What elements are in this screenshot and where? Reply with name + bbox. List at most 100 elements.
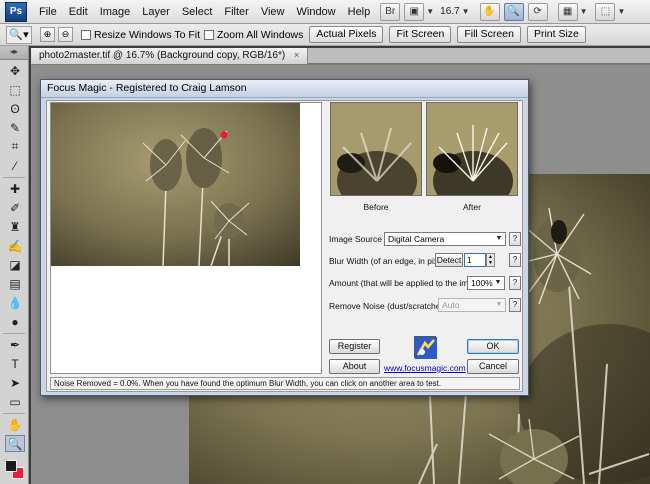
amount-select[interactable]: 100% ▼ [467,276,505,290]
arrange-documents-icon[interactable]: ▦ [557,2,578,21]
menu-image[interactable]: Image [94,1,137,23]
shape-tool-icon[interactable]: ▭ [5,393,25,410]
brush-tool-icon[interactable]: ✐ [5,199,25,216]
image-source-help-button[interactable]: ? [509,232,521,246]
zoom-out-icon[interactable]: ⊖ [58,27,73,42]
screen-mode-icon[interactable]: ⬚ [595,2,616,21]
pen-tool-icon[interactable]: ✒ [5,336,25,353]
focus-magic-logo-icon [414,336,437,359]
menu-file[interactable]: File [33,1,63,23]
dialog-body: Before After Image Source Digital Camera… [46,100,523,392]
arrange-dropdown-icon[interactable]: ▼ [580,7,588,16]
zoom-all-windows-label: Zoom All Windows [217,28,304,41]
blur-width-label: Blur Width (of an edge, in pixels) [329,256,452,266]
focus-magic-dialog: Focus Magic - Registered to Craig Lamson [40,79,529,396]
healing-brush-tool-icon[interactable]: ✚ [5,180,25,197]
menu-filter[interactable]: Filter [218,1,254,23]
launch-bridge-icon[interactable]: Br [380,2,401,21]
actual-pixels-button[interactable]: Actual Pixels [309,26,384,43]
detect-button[interactable]: Detect [435,253,463,267]
rotate-view-icon[interactable]: ⟳ [527,2,548,21]
before-thumbnail [330,102,422,196]
after-label: After [463,202,481,212]
eraser-tool-icon[interactable]: ◪ [5,256,25,273]
tool-divider [3,413,25,414]
zoom-all-windows-checkbox[interactable]: Zoom All Windows [204,29,303,41]
fit-screen-button[interactable]: Fit Screen [389,26,452,43]
blur-width-spinner[interactable]: ▲ ▼ [486,253,495,267]
cancel-button[interactable]: Cancel [467,359,519,374]
remove-noise-select[interactable]: Auto ▼ [438,298,506,312]
register-button[interactable]: Register [329,339,380,354]
focus-magic-website-link[interactable]: www.focusmagic.com [384,363,466,373]
document-tab[interactable]: photo2master.tif @ 16.7% (Background cop… [31,48,309,64]
blur-width-help-button[interactable]: ? [509,253,521,267]
zoom-in-icon[interactable]: ⊕ [40,27,55,42]
before-label: Before [363,202,389,212]
checkbox-box[interactable] [81,29,91,40]
marquee-tool-icon[interactable]: ⬚ [5,81,25,98]
gradient-tool-icon[interactable]: ▤ [5,275,25,292]
amount-value: 100% [471,278,493,288]
options-bar: 🔍▾ ⊕ ⊖ Resize Windows To Fit Zoom All Wi… [0,24,650,46]
blur-width-input[interactable]: 1 [464,253,486,267]
menu-select[interactable]: Select [176,1,219,23]
menu-bar: Ps File Edit Image Layer Select Filter V… [0,0,650,24]
zoom-dropdown-icon[interactable]: ▼ [462,7,470,16]
zoom-tool-icon[interactable]: 🔍 [503,2,524,21]
preview-pane[interactable] [50,102,322,374]
amount-label: Amount (that will be applied to the imag… [329,278,486,288]
dialog-status-bar: Noise Removed = 0.0%. When you have foun… [50,377,520,390]
move-tool-icon[interactable]: ✥ [5,62,25,79]
quick-selection-tool-icon[interactable]: ✎ [5,119,25,136]
tool-preset-picker[interactable]: 🔍▾ [6,25,32,44]
hand-tool-icon[interactable]: ✋ [479,2,500,21]
image-source-select[interactable]: Digital Camera ▼ [384,232,506,246]
history-brush-tool-icon[interactable]: ✍ [5,237,25,254]
menu-edit[interactable]: Edit [63,1,94,23]
document-tab-title: photo2master.tif @ 16.7% (Background cop… [39,50,286,61]
image-source-value: Digital Camera [388,234,445,244]
clone-stamp-tool-icon[interactable]: ♜ [5,218,25,235]
menu-view[interactable]: View [255,1,291,23]
tool-divider [3,177,25,178]
blur-tool-icon[interactable]: 💧 [5,294,25,311]
zoom-level-field[interactable]: 16.7 [440,6,459,17]
image-source-label: Image Source [329,234,382,244]
crop-tool-icon[interactable]: ⌗ [5,138,25,155]
chevron-down-icon: ▼ [495,301,503,308]
amount-help-button[interactable]: ? [509,276,521,290]
chevron-down-icon[interactable]: ▼ [426,7,434,16]
resize-windows-label: Resize Windows To Fit [94,28,201,41]
launch-minibridge-icon[interactable]: ▣ [404,2,425,21]
type-tool-icon[interactable]: T [5,355,25,372]
tools-panel-header[interactable]: ◂▸ [0,46,28,60]
hand-tool-icon[interactable]: ✋ [5,416,25,433]
screen-mode-dropdown-icon[interactable]: ▼ [617,7,625,16]
about-button[interactable]: About [329,359,380,374]
lasso-tool-icon[interactable]: ʘ [5,100,25,117]
resize-windows-checkbox[interactable]: Resize Windows To Fit [81,29,200,41]
menu-help[interactable]: Help [342,1,377,23]
eyedropper-tool-icon[interactable]: ⁄ [5,157,25,174]
preview-image[interactable] [51,103,300,266]
dodge-tool-icon[interactable]: ● [5,313,25,330]
ok-button[interactable]: OK [467,339,519,354]
photoshop-logo: Ps [5,1,27,22]
zoom-tool-icon[interactable]: 🔍 [5,435,25,452]
remove-noise-help-button[interactable]: ? [509,298,521,312]
remove-noise-label: Remove Noise (dust/scratches) [329,301,448,311]
print-size-button[interactable]: Print Size [526,26,586,43]
checkbox-box[interactable] [204,29,215,40]
document-tab-bar: photo2master.tif @ 16.7% (Background cop… [31,48,650,64]
after-thumbnail [426,102,518,196]
path-selection-tool-icon[interactable]: ➤ [5,374,25,391]
foreground-color-swatch[interactable] [5,460,17,472]
fill-screen-button[interactable]: Fill Screen [457,26,521,43]
menu-layer[interactable]: Layer [136,1,176,23]
tool-divider [3,333,25,334]
dialog-title[interactable]: Focus Magic - Registered to Craig Lamson [41,80,528,98]
menu-window[interactable]: Window [291,1,342,23]
close-icon[interactable]: × [294,50,299,60]
chevron-down-icon: ▼ [495,235,503,242]
